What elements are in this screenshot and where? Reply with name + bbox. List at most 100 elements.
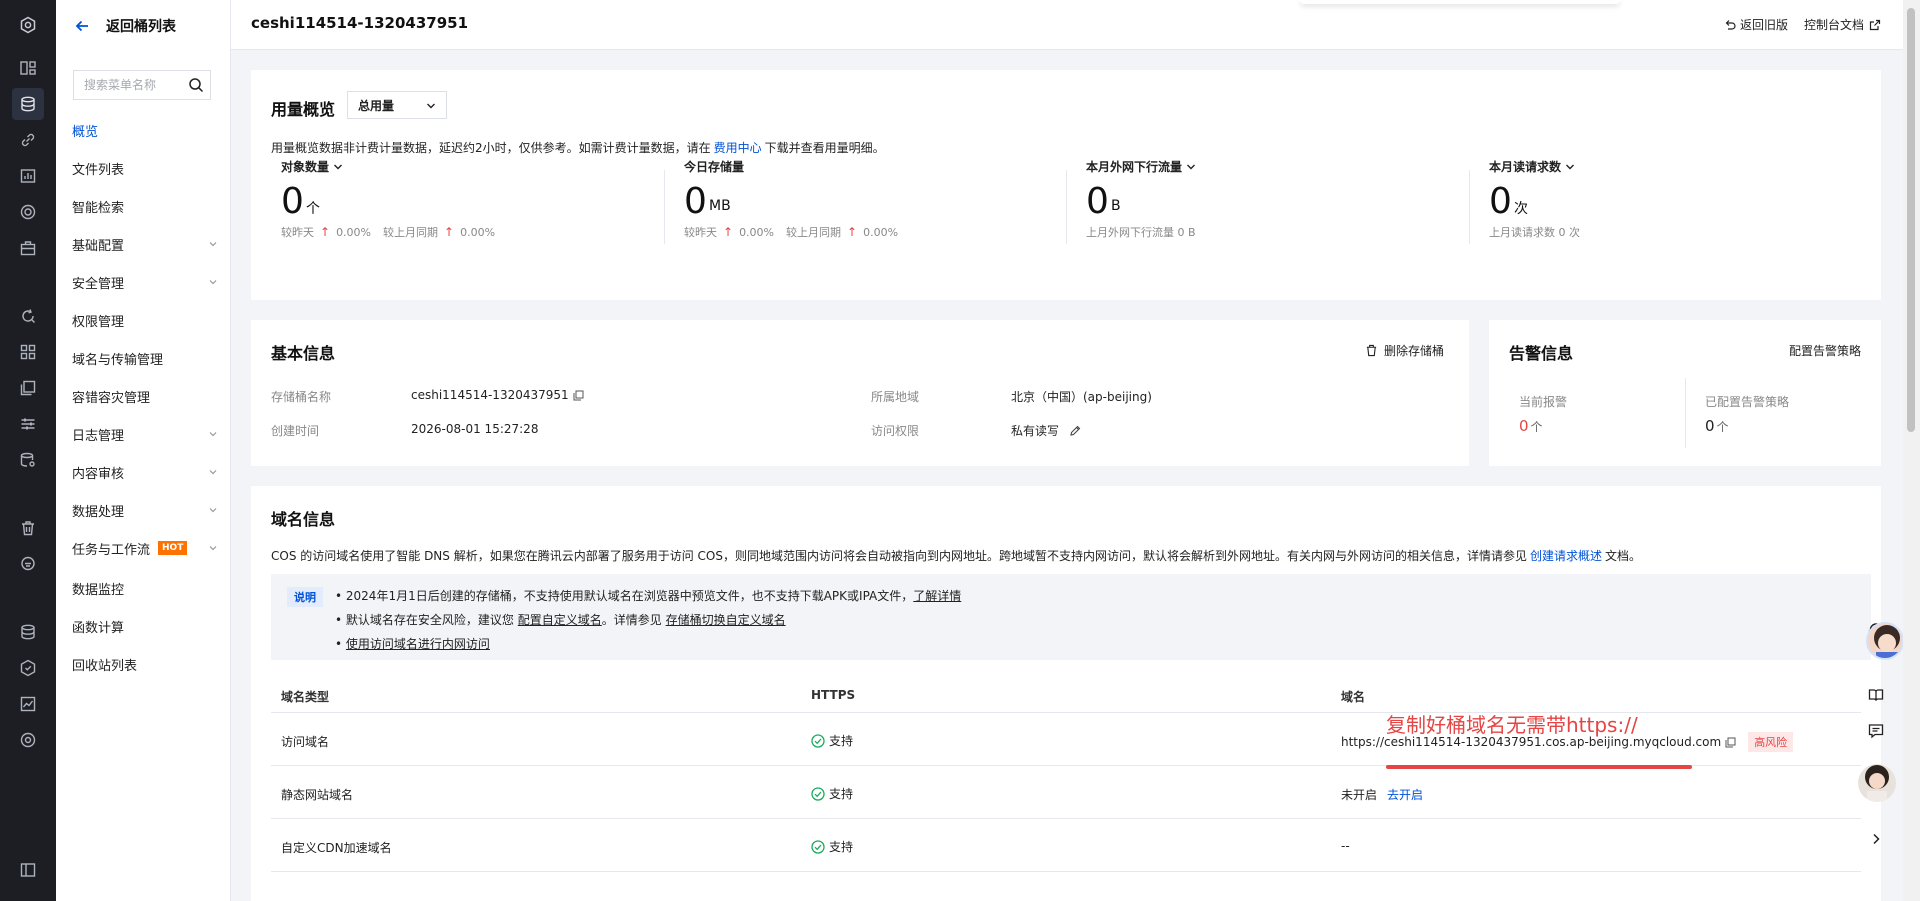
annotation-text: 复制好桶域名无需带https:// <box>1386 713 1638 737</box>
sidebar-item[interactable]: 权限管理 <box>72 305 217 335</box>
apps-grid-icon[interactable] <box>12 336 44 368</box>
sliders-icon[interactable] <box>12 408 44 440</box>
database-icon[interactable] <box>12 616 44 648</box>
sidebar-item-label: 智能检索 <box>72 200 125 216</box>
message-search-icon[interactable] <box>12 548 44 580</box>
access-text: 私有读写 <box>1011 424 1060 438</box>
compare-day-label: 较昨天 <box>281 226 314 239</box>
stat-label: 本月读请求数 <box>1489 160 1562 174</box>
console-docs-link[interactable]: 控制台文档 <box>1804 16 1881 33</box>
sidebar-item[interactable]: 内容审核 <box>72 457 217 487</box>
target-icon[interactable] <box>12 196 44 228</box>
search-icon[interactable] <box>188 77 204 93</box>
check-circle-icon <box>811 839 825 854</box>
stat-compare: 较昨天 ↑ 0.00% 较上月同期 ↑ 0.00% <box>281 224 495 240</box>
notice-line-3: • 使用访问域名进行内网访问 <box>335 637 490 651</box>
line-chart-icon[interactable] <box>12 688 44 720</box>
intranet-access-link[interactable]: 使用访问域名进行内网访问 <box>346 637 490 651</box>
storage-icon[interactable] <box>12 88 44 120</box>
book-icon[interactable] <box>1860 679 1892 711</box>
copy-doc-icon[interactable] <box>12 372 44 404</box>
learn-more-link[interactable]: 了解详情 <box>913 589 961 603</box>
copy-icon[interactable] <box>1725 737 1736 748</box>
sidebar-item[interactable]: 域名与传输管理 <box>72 343 217 373</box>
usage-range-select[interactable]: 总用量 <box>347 91 447 119</box>
sidebar-item[interactable]: 容错容灾管理 <box>72 381 217 411</box>
arrow-left-icon <box>75 20 88 32</box>
sidebar-item[interactable]: 函数计算 <box>72 611 217 641</box>
sidebar-item[interactable]: 数据监控 <box>72 573 217 603</box>
domain-desc-suffix: 文档。 <box>1605 549 1642 563</box>
stat-traffic: 本月外网下行流量 0 B 上月外网下行流量 0 B <box>1076 158 1478 242</box>
high-risk-badge: 高风险 <box>1748 732 1794 752</box>
sidebar-item-label: 概览 <box>72 124 99 140</box>
hot-badge: HOT <box>158 541 188 555</box>
region-value: 北京（中国）(ap-beijing) <box>1011 390 1152 404</box>
undo-icon <box>1725 19 1736 30</box>
feedback-icon[interactable] <box>1860 715 1892 747</box>
scrollbar-thumb[interactable] <box>1907 8 1915 432</box>
monitor-chart-icon[interactable] <box>12 160 44 192</box>
configured-alert-label: 已配置告警策略 <box>1705 395 1790 409</box>
assistant-avatar[interactable] <box>1866 622 1904 660</box>
stat-objects-label[interactable]: 对象数量 <box>281 158 343 175</box>
stat-read-label[interactable]: 本月读请求数 <box>1489 158 1575 175</box>
notice-line-1: • 2024年1月1日后创建的存储桶，不支持使用默认域名在浏览器中预览文件，也不… <box>335 589 962 603</box>
sidebar-item[interactable]: 安全管理 <box>72 267 217 297</box>
collapse-panel-icon[interactable] <box>12 854 44 886</box>
refresh-search-icon[interactable] <box>12 300 44 332</box>
switch-domain-link[interactable]: 存储桶切换自定义域名 <box>666 613 786 627</box>
usage-range-value: 总用量 <box>358 98 395 113</box>
usage-note-suffix: 下载并查看用量明细。 <box>764 141 885 155</box>
basic-info-card: 基本信息 删除存储桶 存储桶名称 ceshi114514-1320437951 … <box>251 320 1469 466</box>
sidebar-item-label: 函数计算 <box>72 620 125 636</box>
sidebar-item[interactable]: 文件列表 <box>72 153 217 183</box>
delete-bucket-button[interactable]: 删除存储桶 <box>1365 342 1444 359</box>
briefcase-icon[interactable] <box>12 232 44 264</box>
configure-alert-link[interactable]: 配置告警策略 <box>1789 342 1861 359</box>
stat-value: 0 <box>1489 181 1512 222</box>
https-text: 支持 <box>829 787 854 801</box>
sidebar-item[interactable]: 概览 <box>72 115 217 145</box>
notice-tag: 说明 <box>287 587 323 607</box>
stat-unit: 次 <box>1514 201 1528 217</box>
expand-right-icon[interactable] <box>1860 823 1892 855</box>
copy-icon[interactable] <box>573 390 584 401</box>
custom-domain-link[interactable]: 配置自定义域名 <box>518 613 602 627</box>
enable-static-site-link[interactable]: 去开启 <box>1387 786 1423 803</box>
request-overview-link[interactable]: 创建请求概述 <box>1530 549 1602 563</box>
page-scrollbar[interactable] <box>1903 0 1920 901</box>
back-to-bucket-list[interactable]: 返回桶列表 <box>74 12 176 40</box>
divider <box>1685 378 1686 448</box>
sidebar-item-label: 域名与传输管理 <box>72 352 164 368</box>
old-version-link[interactable]: 返回旧版 <box>1724 16 1788 33</box>
sidebar-item[interactable]: 回收站列表 <box>72 649 217 679</box>
chevron-down-icon <box>209 470 217 475</box>
support-avatar[interactable] <box>1858 764 1896 802</box>
floating-toolbar <box>1300 0 1620 4</box>
stat-traffic-label[interactable]: 本月外网下行流量 <box>1086 158 1196 175</box>
trash-icon[interactable] <box>12 512 44 544</box>
database-search-icon[interactable] <box>12 444 44 476</box>
sidebar-item[interactable]: 日志管理 <box>72 419 217 449</box>
globe-search-icon[interactable] <box>12 724 44 756</box>
billing-center-link[interactable]: 费用中心 <box>714 141 762 155</box>
current-alert-count: 0 <box>1519 417 1529 435</box>
cloud-logo-icon[interactable] <box>12 9 44 41</box>
dashboard-icon[interactable] <box>12 52 44 84</box>
sidebar-item[interactable]: 基础配置 <box>72 229 217 259</box>
created-label: 创建时间 <box>271 424 320 438</box>
sidebar-item[interactable]: 任务与工作流 HOT <box>72 533 217 563</box>
menu-search[interactable] <box>73 70 211 100</box>
menu-search-input[interactable] <box>84 78 190 92</box>
link-icon[interactable] <box>12 124 44 156</box>
notice-line-2: • 默认域名存在安全风险，建议您 配置自定义域名。详情参见 存储桶切换自定义域名 <box>335 613 786 627</box>
stat-objects: 对象数量 0 个 较昨天 ↑ 0.00% 较上月同期 ↑ 0.00% <box>271 158 673 242</box>
sidebar-item[interactable]: 智能检索 <box>72 191 217 221</box>
access-label: 访问权限 <box>871 424 920 438</box>
old-version-label: 返回旧版 <box>1740 18 1789 32</box>
sidebar-item[interactable]: 数据处理 <box>72 495 217 525</box>
edit-icon[interactable] <box>1069 425 1081 437</box>
shield-hex-icon[interactable] <box>12 652 44 684</box>
sidebar-item-label: 回收站列表 <box>72 658 138 674</box>
